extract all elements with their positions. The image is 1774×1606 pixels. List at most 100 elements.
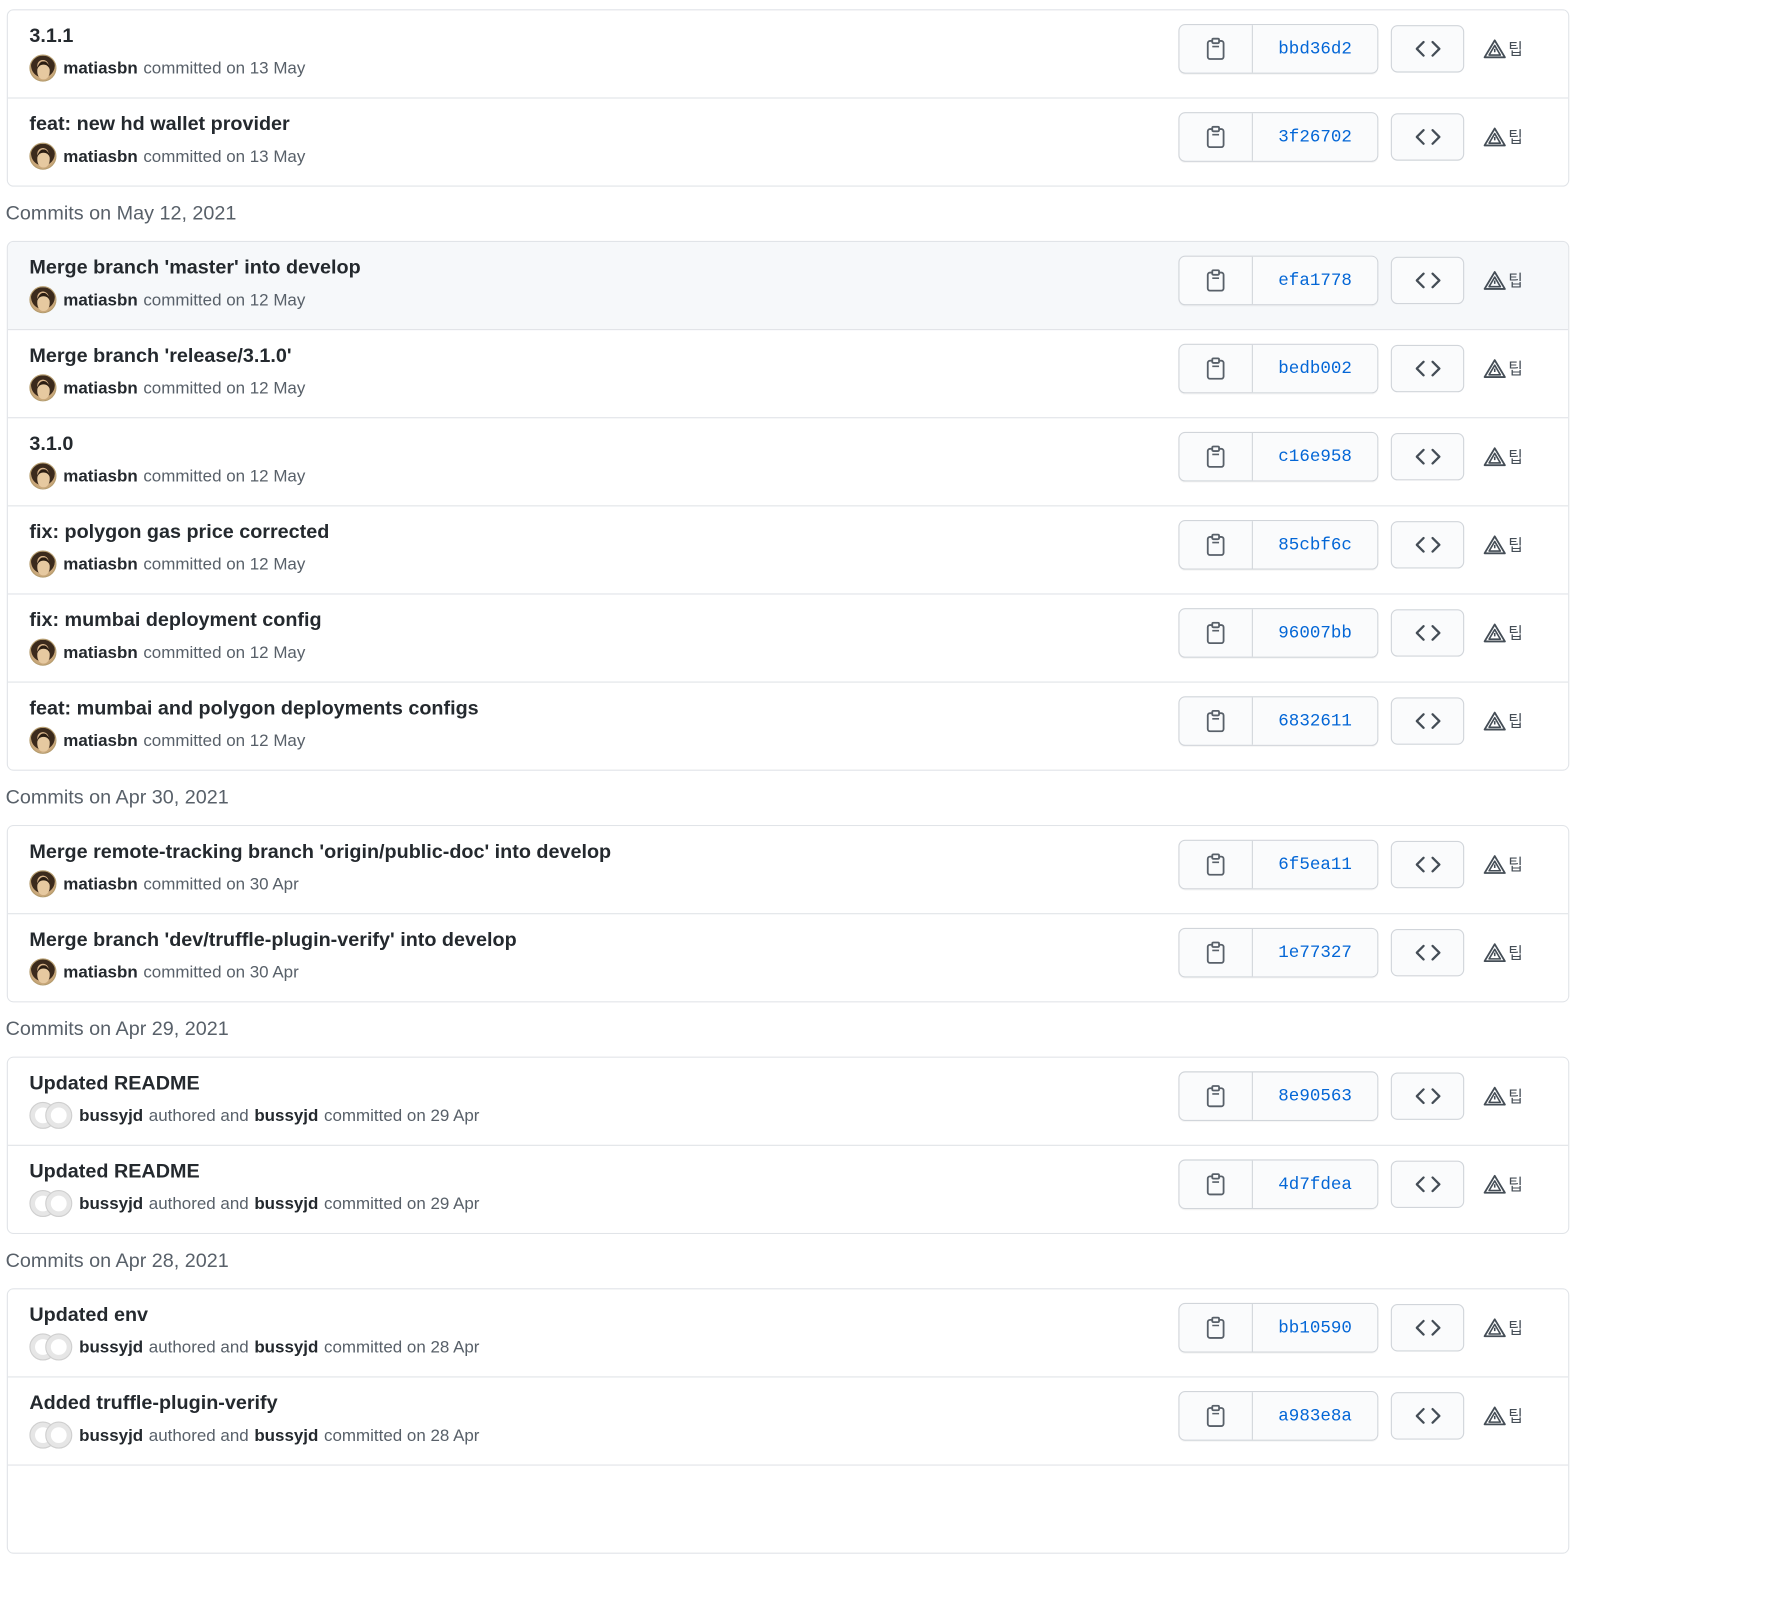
browse-repo-button[interactable] bbox=[1390, 1160, 1465, 1209]
browse-repo-button[interactable] bbox=[1390, 928, 1465, 977]
commit-sha-link[interactable]: 1e77327 bbox=[1252, 928, 1378, 977]
committer-avatar[interactable] bbox=[45, 1333, 73, 1361]
browse-repo-button[interactable] bbox=[1390, 521, 1465, 569]
copy-sha-button[interactable] bbox=[1180, 1304, 1253, 1352]
author-link[interactable]: matiasbn bbox=[63, 874, 137, 893]
browse-repo-button[interactable] bbox=[1390, 25, 1465, 73]
copy-sha-button[interactable] bbox=[1180, 928, 1253, 977]
extension-button[interactable]: 팁 bbox=[1483, 433, 1528, 480]
copy-sha-button[interactable] bbox=[1180, 697, 1253, 745]
extension-button[interactable]: 팁 bbox=[1483, 697, 1528, 744]
author-link[interactable]: bussyjd bbox=[79, 1106, 143, 1125]
commit-title-link[interactable]: feat: mumbai and polygon deployments con… bbox=[29, 696, 478, 720]
author-link[interactable]: matiasbn bbox=[63, 554, 137, 573]
extension-button[interactable]: 팁 bbox=[1483, 257, 1528, 304]
extension-button[interactable]: 팁 bbox=[1483, 345, 1528, 392]
copy-sha-button[interactable] bbox=[1180, 1072, 1253, 1120]
browse-repo-button[interactable] bbox=[1390, 609, 1465, 657]
commit-title-link[interactable]: fix: polygon gas price corrected bbox=[29, 520, 329, 544]
author-avatar[interactable] bbox=[29, 374, 57, 402]
copy-sha-button[interactable] bbox=[1180, 1160, 1253, 1209]
browse-repo-button[interactable] bbox=[1390, 697, 1465, 745]
author-link[interactable]: matiasbn bbox=[63, 731, 137, 750]
copy-sha-button[interactable] bbox=[1180, 256, 1253, 305]
extension-button[interactable]: 팁 bbox=[1483, 113, 1528, 160]
author-avatar[interactable] bbox=[29, 462, 57, 490]
commit-sha-link[interactable]: bb10590 bbox=[1252, 1304, 1378, 1352]
browse-repo-button[interactable] bbox=[1390, 840, 1465, 889]
commit-title-link[interactable]: Added truffle-plugin-verify bbox=[29, 1391, 277, 1415]
extension-button[interactable]: 팁 bbox=[1483, 929, 1528, 976]
author-link[interactable]: matiasbn bbox=[63, 290, 137, 309]
commit-title-link[interactable]: Merge branch 'dev/truffle-plugin-verify'… bbox=[29, 928, 516, 952]
author-avatar[interactable] bbox=[29, 958, 57, 986]
author-link[interactable]: matiasbn bbox=[63, 466, 137, 485]
copy-sha-button[interactable] bbox=[1180, 344, 1253, 393]
commit-title-link[interactable]: Updated README bbox=[29, 1159, 199, 1183]
copy-sha-button[interactable] bbox=[1180, 1392, 1253, 1440]
copy-sha-button[interactable] bbox=[1180, 609, 1253, 657]
author-link[interactable]: bussyjd bbox=[79, 1337, 143, 1356]
commit-title-link[interactable]: 3.1.0 bbox=[29, 432, 73, 456]
browse-repo-button[interactable] bbox=[1390, 256, 1465, 305]
commit-title-link[interactable]: Merge remote-tracking branch 'origin/pub… bbox=[29, 840, 611, 864]
author-avatar[interactable] bbox=[29, 726, 57, 754]
copy-sha-button[interactable] bbox=[1180, 521, 1253, 569]
commit-sha-link[interactable]: 6f5ea11 bbox=[1252, 840, 1378, 889]
committer-link[interactable]: bussyjd bbox=[254, 1194, 318, 1213]
author-link[interactable]: bussyjd bbox=[79, 1194, 143, 1213]
copy-sha-button[interactable] bbox=[1180, 432, 1253, 481]
author-avatar[interactable] bbox=[29, 142, 57, 170]
author-link[interactable]: bussyjd bbox=[79, 1426, 143, 1445]
commit-sha-link[interactable]: 4d7fdea bbox=[1252, 1160, 1378, 1209]
commit-sha-link[interactable]: 96007bb bbox=[1252, 609, 1378, 657]
browse-repo-button[interactable] bbox=[1390, 344, 1465, 393]
author-link[interactable]: matiasbn bbox=[63, 962, 137, 981]
author-link[interactable]: matiasbn bbox=[63, 147, 137, 166]
browse-repo-button[interactable] bbox=[1390, 432, 1465, 481]
commit-title-link[interactable]: Updated README bbox=[29, 1071, 199, 1095]
extension-button[interactable]: 팁 bbox=[1483, 1304, 1528, 1351]
author-link[interactable]: matiasbn bbox=[63, 58, 137, 77]
copy-sha-button[interactable] bbox=[1180, 840, 1253, 889]
committer-link[interactable]: bussyjd bbox=[254, 1106, 318, 1125]
commit-title-link[interactable]: Updated env bbox=[29, 1303, 148, 1327]
author-avatar[interactable] bbox=[29, 54, 57, 82]
committer-avatar[interactable] bbox=[45, 1101, 73, 1129]
committer-avatar[interactable] bbox=[45, 1421, 73, 1449]
commit-sha-link[interactable]: 3f26702 bbox=[1252, 113, 1378, 161]
extension-button[interactable]: 팁 bbox=[1483, 1072, 1528, 1119]
author-avatar[interactable] bbox=[29, 550, 57, 578]
author-link[interactable]: matiasbn bbox=[63, 378, 137, 397]
commit-title-link[interactable]: fix: mumbai deployment config bbox=[29, 608, 321, 632]
commit-title-link[interactable]: Merge branch 'master' into develop bbox=[29, 256, 360, 280]
author-avatar[interactable] bbox=[29, 638, 57, 666]
extension-button[interactable]: 팁 bbox=[1483, 609, 1528, 656]
committer-link[interactable]: bussyjd bbox=[254, 1426, 318, 1445]
commit-sha-link[interactable]: efa1778 bbox=[1252, 256, 1378, 305]
extension-button[interactable]: 팁 bbox=[1483, 1161, 1528, 1208]
browse-repo-button[interactable] bbox=[1390, 1072, 1465, 1120]
copy-sha-button[interactable] bbox=[1180, 25, 1253, 73]
commit-title-link[interactable]: feat: new hd wallet provider bbox=[29, 112, 289, 136]
commit-sha-link[interactable]: bbd36d2 bbox=[1252, 25, 1378, 73]
committer-link[interactable]: bussyjd bbox=[254, 1337, 318, 1356]
commit-sha-link[interactable]: bedb002 bbox=[1252, 344, 1378, 393]
author-avatar[interactable] bbox=[29, 870, 57, 898]
commit-sha-link[interactable]: 6832611 bbox=[1252, 697, 1378, 745]
browse-repo-button[interactable] bbox=[1390, 113, 1465, 161]
browse-repo-button[interactable] bbox=[1390, 1392, 1465, 1440]
extension-button[interactable]: 팁 bbox=[1483, 841, 1528, 888]
commit-sha-link[interactable]: c16e958 bbox=[1252, 432, 1378, 481]
commit-sha-link[interactable]: 8e90563 bbox=[1252, 1072, 1378, 1120]
author-link[interactable]: matiasbn bbox=[63, 643, 137, 662]
commit-title-link[interactable]: Merge branch 'release/3.1.0' bbox=[29, 344, 291, 368]
commit-sha-link[interactable]: a983e8a bbox=[1252, 1392, 1378, 1440]
commit-title-link[interactable]: 3.1.1 bbox=[29, 24, 73, 48]
extension-button[interactable]: 팁 bbox=[1483, 25, 1528, 72]
copy-sha-button[interactable] bbox=[1180, 113, 1253, 161]
author-avatar[interactable] bbox=[29, 286, 57, 314]
extension-button[interactable]: 팁 bbox=[1483, 1392, 1528, 1439]
extension-button[interactable]: 팁 bbox=[1483, 521, 1528, 568]
browse-repo-button[interactable] bbox=[1390, 1304, 1465, 1352]
